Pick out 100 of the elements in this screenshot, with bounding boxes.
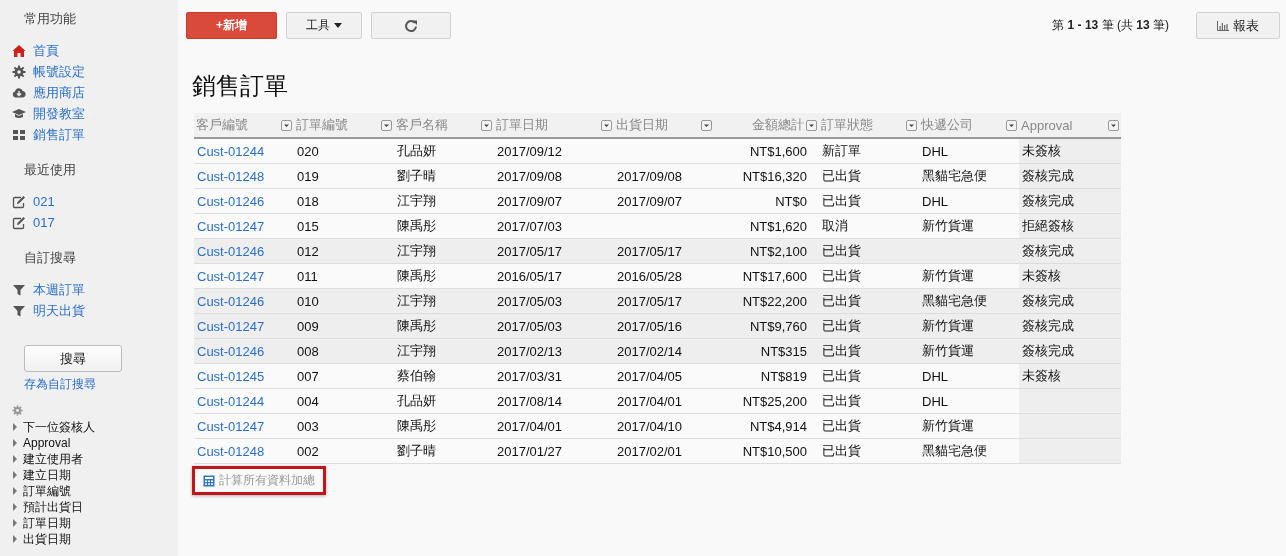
- customer-id-link[interactable]: Cust-01246: [197, 193, 265, 209]
- table-cell: 2017/02/01: [617, 443, 683, 459]
- field-label[interactable]: Approval: [23, 435, 71, 451]
- customer-id-link[interactable]: Cust-01247: [197, 418, 265, 434]
- table-row[interactable]: Cust-01247 003 陳禹彤 2017/04/01 2017/04/10 NT$4,914 已出貨 新竹貨運: [194, 414, 1121, 439]
- table-cell: 010: [297, 293, 319, 309]
- refresh-button[interactable]: [371, 12, 451, 39]
- table-cell: 2017/03/31: [497, 368, 563, 384]
- table-cell: 2017/05/17: [497, 243, 563, 259]
- table-row[interactable]: Cust-01247 015 陳禹彤 2017/07/03 NT$1,620 取消 新竹貨運 拒絕簽核: [194, 214, 1121, 239]
- dropdown-icon[interactable]: [806, 119, 817, 131]
- table-cell: 取消: [822, 217, 848, 235]
- table-cell: 已出貨: [822, 317, 861, 335]
- dropdown-icon[interactable]: [1108, 119, 1119, 131]
- table-row[interactable]: Cust-01246 018 江宇翔 2017/09/07 2017/09/07 NT$0 已出貨 DHL 簽核完成: [194, 189, 1121, 214]
- nav-link[interactable]: 本週訂單: [12, 279, 85, 300]
- nav-link[interactable]: 帳號設定: [12, 61, 85, 82]
- field-label[interactable]: 建立日期: [23, 467, 71, 483]
- tools-button[interactable]: 工具: [286, 12, 362, 39]
- customer-id-link[interactable]: Cust-01244: [197, 143, 265, 159]
- table-cell: 2017/05/03: [497, 318, 563, 334]
- table-cell: DHL: [922, 143, 948, 159]
- table-row[interactable]: Cust-01247 009 陳禹彤 2017/05/03 2017/05/16 NT$9,760 已出貨 新竹貨運 簽核完成: [194, 314, 1121, 339]
- column-header: Approval: [1021, 117, 1073, 133]
- nav-link[interactable]: 明天出貨: [12, 300, 85, 321]
- table-cell: 劉子晴: [397, 442, 436, 460]
- table-cell: 拒絕簽核: [1022, 217, 1074, 235]
- column-header: 訂單狀態: [821, 116, 873, 134]
- table-row[interactable]: Cust-01247 011 陳禹彤 2016/05/17 2016/05/28 NT$17,600 已出貨 新竹貨運 未簽核: [194, 264, 1121, 289]
- table-row[interactable]: Cust-01248 019 劉子晴 2017/09/08 2017/09/08 NT$16,320 已出貨 黑貓宅急便 簽核完成: [194, 164, 1121, 189]
- table-row[interactable]: Cust-01244 020 孔品妍 2017/09/12 NT$1,600 新訂單 DHL 未簽核: [194, 139, 1121, 164]
- table-cell: 2017/09/08: [497, 168, 563, 184]
- table-row[interactable]: Cust-01246 012 江宇翔 2017/05/17 2017/05/17 NT$2,100 已出貨 簽核完成: [194, 239, 1121, 264]
- customer-id-link[interactable]: Cust-01247: [197, 268, 265, 284]
- home-icon: [12, 43, 26, 58]
- dropdown-icon[interactable]: [601, 119, 612, 131]
- table-cell: 002: [297, 443, 319, 459]
- table-cell: 2017/02/14: [617, 343, 683, 359]
- table-cell: 018: [297, 193, 319, 209]
- nav-link[interactable]: 開發教室: [12, 103, 85, 124]
- field-label[interactable]: 建立使用者: [23, 451, 83, 467]
- save-search-link[interactable]: 存為自訂搜尋: [24, 376, 96, 393]
- table-cell: 2017/04/10: [617, 418, 683, 434]
- table-cell: 江宇翔: [397, 192, 436, 210]
- table-cell: 2017/09/07: [497, 193, 563, 209]
- dropdown-icon[interactable]: [481, 119, 492, 131]
- nav-link[interactable]: 017: [12, 212, 55, 233]
- cloud-download-icon: [12, 85, 26, 100]
- table-cell: 008: [297, 343, 319, 359]
- table-cell: DHL: [922, 193, 948, 209]
- table-cell: 江宇翔: [397, 292, 436, 310]
- nav-link[interactable]: 021: [12, 191, 55, 212]
- table-cell: 003: [297, 418, 319, 434]
- table-cell: 011: [297, 268, 318, 284]
- table-cell: 新訂單: [822, 142, 861, 160]
- customer-id-link[interactable]: Cust-01246: [197, 343, 265, 359]
- field-label[interactable]: 預計出貨日: [23, 499, 83, 515]
- customer-id-link[interactable]: Cust-01248: [197, 168, 265, 184]
- table-cell: 2017/05/17: [617, 243, 683, 259]
- nav-link[interactable]: 應用商店: [12, 82, 85, 103]
- report-button[interactable]: 報表: [1196, 12, 1280, 39]
- dropdown-icon[interactable]: [906, 119, 917, 131]
- table-cell: 2017/07/03: [497, 218, 563, 234]
- dropdown-icon[interactable]: [701, 119, 712, 131]
- field-label[interactable]: 訂單日期: [23, 515, 71, 531]
- table-cell: NT$25,200: [742, 393, 807, 409]
- customer-id-link[interactable]: Cust-01244: [197, 393, 265, 409]
- gear-icon[interactable]: [12, 405, 23, 416]
- customer-id-link[interactable]: Cust-01248: [197, 443, 265, 459]
- customer-id-link[interactable]: Cust-01246: [197, 243, 265, 259]
- table-cell: 陳禹彤: [397, 417, 436, 435]
- search-button[interactable]: 搜尋: [24, 345, 122, 372]
- table-cell: 未簽核: [1022, 367, 1061, 385]
- dropdown-icon[interactable]: [281, 119, 292, 131]
- table-cell: 007: [297, 368, 319, 384]
- field-label[interactable]: 訂單編號: [23, 483, 71, 499]
- field-label[interactable]: 下一位簽核人: [23, 419, 95, 435]
- field-label[interactable]: 出貨日期: [23, 531, 71, 547]
- caret-icon: [334, 23, 342, 28]
- customer-id-link[interactable]: Cust-01246: [197, 293, 265, 309]
- dropdown-icon[interactable]: [381, 119, 392, 131]
- nav-link[interactable]: 銷售訂單: [12, 124, 85, 145]
- customer-id-link[interactable]: Cust-01247: [197, 318, 265, 334]
- table-cell: 黑貓宅急便: [922, 292, 987, 310]
- table-row[interactable]: Cust-01248 002 劉子晴 2017/01/27 2017/02/01 NT$10,500 已出貨 黑貓宅急便: [194, 439, 1121, 464]
- table-cell: 2017/09/08: [617, 168, 683, 184]
- customer-id-link[interactable]: Cust-01245: [197, 368, 265, 384]
- new-button[interactable]: +新增: [186, 12, 277, 39]
- table-row[interactable]: Cust-01246 008 江宇翔 2017/02/13 2017/02/14 NT$315 已出貨 新竹貨運 簽核完成: [194, 339, 1121, 364]
- dropdown-icon[interactable]: [1006, 119, 1017, 131]
- nav-link[interactable]: 首頁: [12, 40, 59, 61]
- table-row[interactable]: Cust-01246 010 江宇翔 2017/05/03 2017/05/17 NT$22,200 已出貨 黑貓宅急便 簽核完成: [194, 289, 1121, 314]
- table-row[interactable]: Cust-01244 004 孔品妍 2017/08/14 2017/04/01 NT$25,200 已出貨 DHL: [194, 389, 1121, 414]
- table-cell: 015: [297, 218, 319, 234]
- table-cell: 2016/05/28: [617, 268, 683, 284]
- customer-id-link[interactable]: Cust-01247: [197, 218, 265, 234]
- table-row[interactable]: Cust-01245 007 蔡伯翰 2017/03/31 2017/04/05 NT$819 已出貨 DHL 未簽核: [194, 364, 1121, 389]
- sum-all-button[interactable]: 計算所有資料加總: [192, 466, 326, 495]
- table-cell: NT$0: [775, 193, 807, 209]
- table-cell: DHL: [922, 368, 948, 384]
